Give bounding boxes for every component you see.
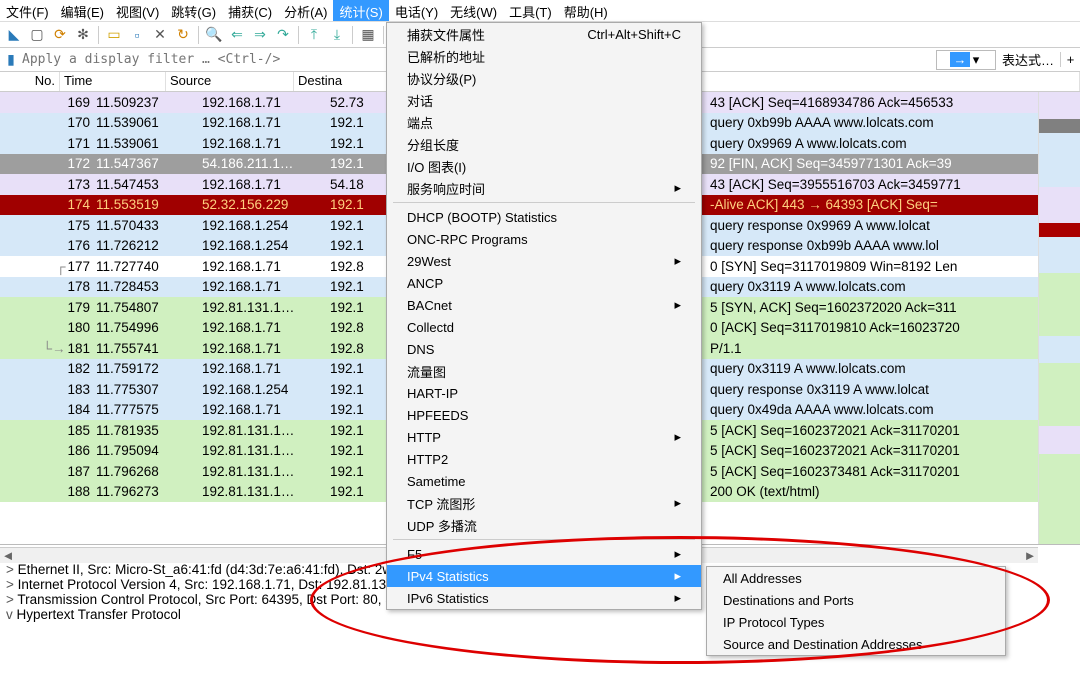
- stats-item[interactable]: 29West▸: [387, 250, 701, 272]
- scroll-right-icon[interactable]: ►: [1022, 548, 1038, 563]
- last-icon[interactable]: ⤓: [327, 25, 347, 45]
- menu-2[interactable]: 视图(V): [110, 0, 165, 21]
- shark-fin-icon[interactable]: ◣: [4, 25, 24, 45]
- stats-item[interactable]: F5▸: [387, 543, 701, 565]
- stats-item[interactable]: 端点: [387, 111, 701, 133]
- save-icon[interactable]: ▫: [127, 25, 147, 45]
- stats-item[interactable]: 已解析的地址: [387, 45, 701, 67]
- open-icon[interactable]: ▭: [104, 25, 124, 45]
- menu-1[interactable]: 编辑(E): [55, 0, 110, 21]
- col-header-time[interactable]: Time: [60, 72, 166, 91]
- stats-item[interactable]: HTTP▸: [387, 426, 701, 448]
- autoscroll-icon[interactable]: ▦: [358, 25, 378, 45]
- stats-item[interactable]: 服务响应时间▸: [387, 177, 701, 199]
- stats-item[interactable]: TCP 流图形▸: [387, 492, 701, 514]
- stats-item[interactable]: ONC-RPC Programs: [387, 228, 701, 250]
- bookmark-icon[interactable]: ▮: [0, 51, 22, 68]
- stats-item[interactable]: IPv6 Statistics▸: [387, 587, 701, 609]
- restart-icon[interactable]: ⟳: [50, 25, 70, 45]
- stats-item[interactable]: 流量图: [387, 360, 701, 382]
- find-icon[interactable]: 🔍: [204, 25, 224, 45]
- statistics-menu: 捕获文件属性Ctrl+Alt+Shift+C已解析的地址协议分级(P)对话端点分…: [386, 22, 702, 610]
- menu-6[interactable]: 统计(S): [333, 0, 388, 21]
- stats-item[interactable]: 捕获文件属性Ctrl+Alt+Shift+C: [387, 23, 701, 45]
- stats-item[interactable]: HTTP2: [387, 448, 701, 470]
- menu-0[interactable]: 文件(F): [0, 0, 55, 21]
- stop-icon[interactable]: ▢: [27, 25, 47, 45]
- stats-item[interactable]: UDP 多播流: [387, 514, 701, 536]
- stats-item[interactable]: BACnet▸: [387, 294, 701, 316]
- ipv4-submenu-item[interactable]: IP Protocol Types: [707, 611, 1005, 633]
- ipv4-submenu-item[interactable]: Source and Destination Addresses: [707, 633, 1005, 655]
- next-icon[interactable]: ⇒: [250, 25, 270, 45]
- stats-item[interactable]: Collectd: [387, 316, 701, 338]
- col-header-source[interactable]: Source: [166, 72, 294, 91]
- ipv4-submenu-item[interactable]: All Addresses: [707, 567, 1005, 589]
- reload-icon[interactable]: ↻: [173, 25, 193, 45]
- col-header-no[interactable]: No.: [0, 72, 60, 91]
- stats-item[interactable]: 对话: [387, 89, 701, 111]
- stats-item[interactable]: I/O 图表(I): [387, 155, 701, 177]
- menubar: 文件(F)编辑(E)视图(V)跳转(G)捕获(C)分析(A)统计(S)电话(Y)…: [0, 0, 1080, 22]
- menu-7[interactable]: 电话(Y): [389, 0, 444, 21]
- col-header-dest[interactable]: Destina: [294, 72, 394, 91]
- ipv4-submenu-item[interactable]: Destinations and Ports: [707, 589, 1005, 611]
- options-icon[interactable]: ✻: [73, 25, 93, 45]
- stats-item[interactable]: HART-IP: [387, 382, 701, 404]
- stats-item[interactable]: 分组长度: [387, 133, 701, 155]
- goto-icon[interactable]: ↷: [273, 25, 293, 45]
- menu-3[interactable]: 跳转(G): [165, 0, 222, 21]
- expression-button[interactable]: 表达式…: [996, 50, 1060, 69]
- menu-8[interactable]: 无线(W): [444, 0, 503, 21]
- stats-item[interactable]: DHCP (BOOTP) Statistics: [387, 206, 701, 228]
- prev-icon[interactable]: ⇐: [227, 25, 247, 45]
- packet-minimap[interactable]: [1038, 92, 1080, 544]
- stats-item[interactable]: DNS: [387, 338, 701, 360]
- filter-apply[interactable]: →▾: [936, 50, 996, 70]
- add-filter-button[interactable]: +: [1060, 52, 1080, 67]
- stats-item[interactable]: 协议分级(P): [387, 67, 701, 89]
- stats-item[interactable]: ANCP: [387, 272, 701, 294]
- menu-9[interactable]: 工具(T): [503, 0, 558, 21]
- stats-item[interactable]: IPv4 Statistics▸: [387, 565, 701, 587]
- first-icon[interactable]: ⤒: [304, 25, 324, 45]
- menu-4[interactable]: 捕获(C): [222, 0, 278, 21]
- close-icon[interactable]: ✕: [150, 25, 170, 45]
- ipv4-statistics-submenu: All AddressesDestinations and PortsIP Pr…: [706, 566, 1006, 656]
- scroll-left-icon[interactable]: ◄: [0, 548, 16, 563]
- stats-item[interactable]: HPFEEDS: [387, 404, 701, 426]
- menu-5[interactable]: 分析(A): [278, 0, 333, 21]
- stats-item[interactable]: Sametime: [387, 470, 701, 492]
- menu-10[interactable]: 帮助(H): [558, 0, 614, 21]
